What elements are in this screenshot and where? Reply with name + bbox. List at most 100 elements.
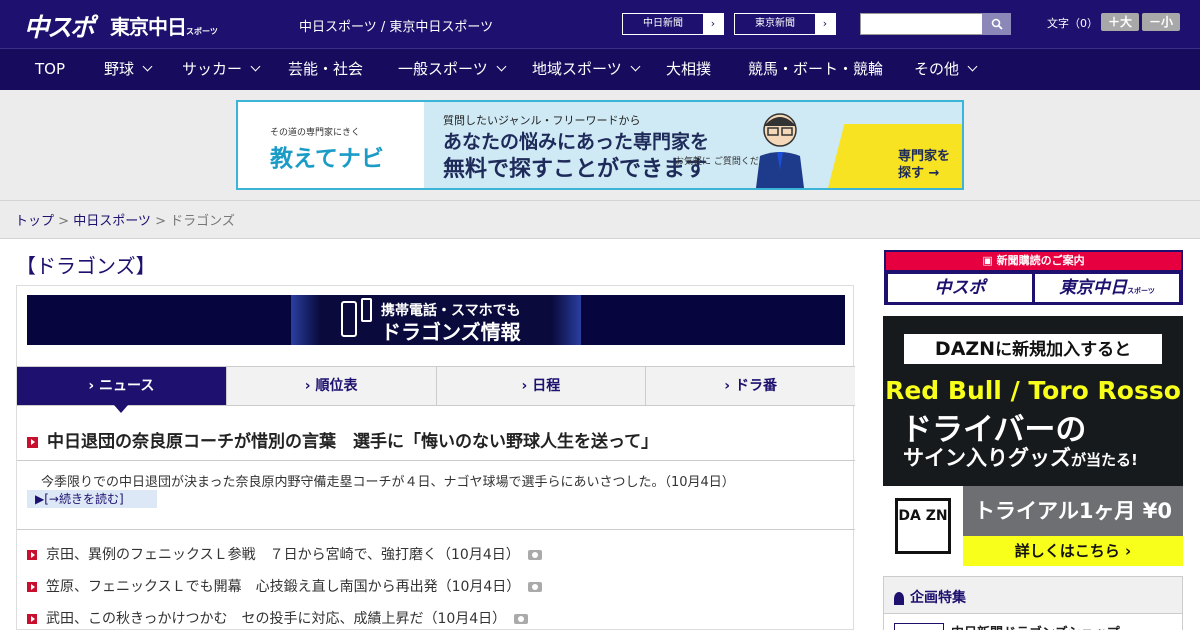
- site-links[interactable]: 中日スポーツ / 東京中日スポーツ: [299, 16, 493, 35]
- breadcrumb-sep: >: [54, 214, 74, 229]
- subscribe-chuspo-button[interactable]: 中スポ: [888, 274, 1032, 302]
- nav-label: TOP: [35, 60, 66, 78]
- nav-label: サッカー: [182, 60, 243, 78]
- nav-item-general-sports[interactable]: 一般スポーツ: [398, 49, 507, 90]
- feature-item[interactable]: 中日新聞ドラゴンズショップ: [951, 622, 1120, 630]
- expert-illustration-icon: [756, 113, 804, 188]
- ad-cta[interactable]: 専門家を 探す →: [828, 124, 962, 188]
- top-story-summary: 今季限りでの中日退団が決まった奈良原内野守備走塁コーチが４日、ナゴヤ球場で選手ら…: [41, 475, 735, 490]
- chunichi-shimbun-button[interactable]: 中日新聞 ›: [622, 13, 724, 35]
- feature-thumbnail[interactable]: [894, 623, 944, 630]
- tab-label: 順位表: [315, 378, 358, 394]
- news-list-item[interactable]: 京田、異例のフェニックスＬ参戦 ７日から宮崎で、強打磨く（10月4日）: [27, 544, 542, 564]
- subscribe-tokyo-label: 東京中日: [1059, 278, 1128, 298]
- ad-line1: 質問したいジャンル・フリーワードから: [443, 114, 641, 127]
- dazn-sign-text: サイン入りグッズ: [903, 446, 1071, 470]
- breadcrumb: トップ > 中日スポーツ > ドラゴンズ: [15, 210, 235, 229]
- banner-inner: 携帯電話・スマホでも ドラゴンズ情報: [291, 295, 581, 345]
- nav-label: 地域スポーツ: [532, 60, 622, 78]
- ad-tagline: その道の専門家にきく: [270, 128, 361, 138]
- search-button[interactable]: [982, 13, 1011, 35]
- nav-item-baseball[interactable]: 野球: [104, 49, 153, 90]
- tokyo-logo-text: 東京中日: [110, 15, 187, 39]
- news-text: 武田、この秋きっかけつかむ セの投手に対応、成績上昇だ（10月4日）: [46, 611, 507, 627]
- dazn-sign-goods: サイン入りグッズが当たる!: [903, 442, 1138, 472]
- bullet-icon: [27, 550, 37, 560]
- dazn-headline-text: に新規加入すると: [995, 340, 1132, 360]
- feature-heading-text: 企画特集: [910, 590, 966, 606]
- ad-line3: 無料で探すことができます: [443, 157, 708, 182]
- subscribe-tokyo-suffix: スポーツ: [1127, 287, 1155, 295]
- divider: [0, 200, 1200, 201]
- ad-line2: あなたの悩みにあった専門家を: [443, 131, 710, 153]
- chevron-down-icon: [142, 61, 153, 72]
- main-nav: TOP 野球 サッカー 芸能・社会 一般スポーツ 地域スポーツ 大相撲 競馬・ボ…: [0, 48, 1200, 90]
- feature-box: 企画特集 中日新聞ドラゴンズショップ: [883, 576, 1183, 630]
- nav-item-other[interactable]: その他: [914, 49, 978, 90]
- dazn-brand: DAZN: [934, 338, 996, 360]
- tab-label: ドラ番: [734, 378, 777, 394]
- nav-item-soccer[interactable]: サッカー: [182, 49, 261, 90]
- play-icon: ▶: [35, 492, 45, 506]
- subscription-heading: ▣ 新聞購読のご案内: [886, 252, 1181, 270]
- dazn-ad[interactable]: DAZNに新規加入すると Red Bull / Toro Rosso ドライバー…: [883, 316, 1183, 566]
- nav-label: 野球: [104, 60, 135, 78]
- chevron-down-icon: [496, 61, 507, 72]
- nav-item-sumo[interactable]: 大相撲: [666, 49, 711, 90]
- nav-item-racing[interactable]: 競馬・ボート・競輪: [748, 49, 883, 90]
- dazn-more-button[interactable]: 詳しくはこちら ›: [963, 536, 1183, 566]
- nav-label: 競馬・ボート・競輪: [748, 60, 884, 78]
- top-story-headline[interactable]: 中日退団の奈良原コーチが惜別の言葉 選手に「悔いのない野球人生を送って」: [27, 427, 658, 452]
- top-header: 中スポ 東京中日スポーツ 中日スポーツ / 東京中日スポーツ 中日新聞 › 東京…: [0, 0, 1200, 48]
- breadcrumb-sep: >: [150, 214, 171, 229]
- tab-label: 日程: [532, 378, 561, 394]
- text-smaller-button[interactable]: －小: [1142, 13, 1180, 31]
- dazn-bottom: DA ZN トライアル1ヶ月 ¥0 詳しくはこちら ›: [883, 486, 1183, 566]
- search-input[interactable]: [860, 13, 984, 35]
- medal-icon: [894, 591, 904, 605]
- nav-label: 一般スポーツ: [398, 60, 488, 78]
- tab-standings[interactable]: › 順位表: [227, 367, 437, 405]
- chevron-down-icon: [967, 61, 978, 72]
- nav-item-top[interactable]: TOP: [35, 49, 65, 90]
- oshiete-navi-ad[interactable]: その道の専門家にきく 教えてナビ 質問したいジャンル・フリーワードから あなたの…: [236, 100, 964, 190]
- read-more-link[interactable]: ▶[→続きを読む]: [27, 490, 157, 508]
- nav-label: その他: [914, 60, 960, 78]
- tokyo-chunichi-logo[interactable]: 東京中日スポーツ: [110, 11, 218, 40]
- smartphone-icon: [341, 301, 357, 337]
- feature-list: 中日新聞ドラゴンズショップ: [884, 613, 1182, 630]
- chevron-down-icon: [630, 61, 641, 72]
- news-text: 京田、異例のフェニックスＬ参戦 ７日から宮崎で、強打磨く（10月4日）: [46, 547, 520, 563]
- tab-news[interactable]: › ニュース: [17, 367, 227, 413]
- nav-label: 大相撲: [666, 60, 712, 78]
- tokyo-logo-suffix: スポーツ: [186, 27, 218, 36]
- breadcrumb-top[interactable]: トップ: [15, 214, 54, 229]
- text-larger-button[interactable]: ＋大: [1101, 13, 1139, 31]
- tab-label: ニュース: [99, 378, 155, 394]
- camera-icon: [514, 614, 529, 624]
- chevron-down-icon: [250, 61, 261, 72]
- chuspo-logo[interactable]: 中スポ: [24, 8, 95, 44]
- ad-cta-label: 専門家を 探す →: [898, 149, 951, 181]
- subscribe-tokyo-chunichi-button[interactable]: 東京中日スポーツ: [1035, 274, 1179, 302]
- divider: [17, 460, 855, 461]
- subscription-box: ▣ 新聞購読のご案内 中スポ 東京中日スポーツ: [884, 250, 1183, 305]
- bullet-icon: [27, 614, 37, 624]
- ad-brand-area: その道の専門家にきく 教えてナビ: [238, 102, 424, 188]
- breadcrumb-section[interactable]: 中日スポーツ: [73, 214, 151, 229]
- mobile-phone-icon: [361, 298, 372, 322]
- banner-line2: ドラゴンズ情報: [381, 320, 521, 344]
- news-list-item[interactable]: 笠原、フェニックスＬでも開幕 心技鍛え直し南国から再出発（10月4日）: [27, 576, 543, 596]
- nav-item-local-sports[interactable]: 地域スポーツ: [532, 49, 641, 90]
- dragons-mobile-banner[interactable]: 携帯電話・スマホでも ドラゴンズ情報: [27, 295, 845, 345]
- news-list-item[interactable]: 武田、この秋きっかけつかむ セの投手に対応、成績上昇だ（10月4日）: [27, 608, 529, 628]
- chevron-right-icon: ›: [815, 14, 835, 34]
- tokyo-shimbun-label: 東京新聞: [755, 18, 795, 29]
- tab-draban[interactable]: › ドラ番: [646, 367, 855, 405]
- tab-schedule[interactable]: › 日程: [437, 367, 647, 405]
- tokyo-shimbun-button[interactable]: 東京新聞 ›: [734, 13, 836, 35]
- ad-brand: 教えてナビ: [270, 146, 384, 172]
- nav-item-entertainment[interactable]: 芸能・社会: [288, 49, 363, 90]
- news-text: 笠原、フェニックスＬでも開幕 心技鍛え直し南国から再出発（10月4日）: [46, 579, 521, 595]
- main-column: 携帯電話・スマホでも ドラゴンズ情報 › ニュース › 順位表 › 日程 › ド…: [16, 285, 855, 630]
